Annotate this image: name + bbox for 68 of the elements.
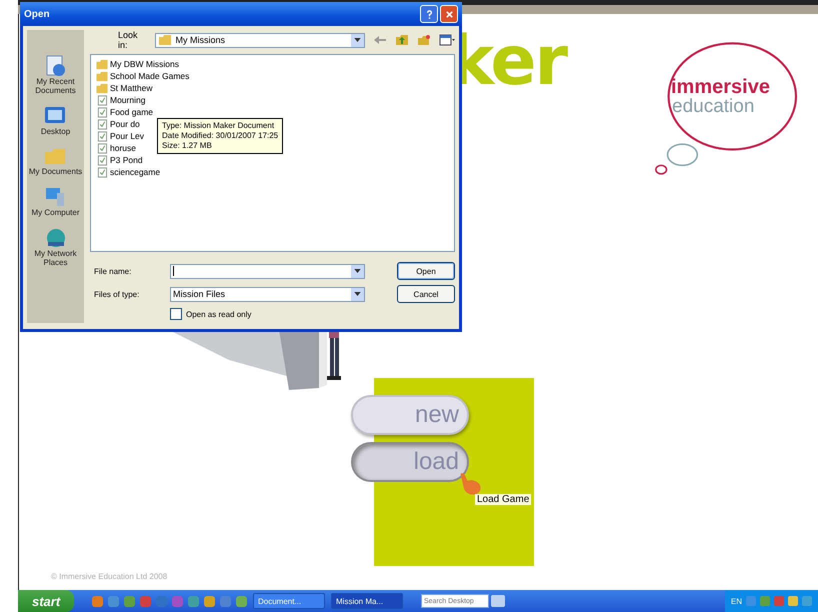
file-type-dropdown[interactable]: Mission Files <box>170 286 365 302</box>
file-item[interactable]: School Made Games <box>95 71 190 82</box>
quick-launch-icon[interactable] <box>220 596 231 606</box>
file-item[interactable]: Pour do <box>95 119 140 130</box>
file-item[interactable]: My DBW Missions <box>95 59 179 70</box>
document-icon <box>95 155 109 166</box>
help-icon <box>424 10 434 18</box>
place-item[interactable]: My Network Places <box>27 226 84 268</box>
folder-icon <box>158 34 172 46</box>
read-only-label: Open as read only <box>186 310 252 318</box>
copyright-text: © Immersive Education Ltd 2008 <box>51 572 168 581</box>
recent-icon <box>44 54 68 78</box>
taskbar-button[interactable]: Mission Ma... <box>331 593 403 609</box>
quick-launch-icon[interactable] <box>188 596 199 606</box>
quick-launch-icon[interactable] <box>156 596 167 606</box>
folder-icon <box>95 71 109 82</box>
file-item[interactable]: Food game <box>95 107 153 118</box>
folder-icon <box>95 83 109 94</box>
cancel-button[interactable]: Cancel <box>397 285 455 303</box>
file-name-field[interactable] <box>170 264 365 278</box>
quick-launch-icon[interactable] <box>108 596 119 606</box>
file-item[interactable]: horuse <box>95 143 136 154</box>
tooltip-line: Size: 1.27 MB <box>162 141 213 151</box>
look-in-dropdown[interactable]: My Missions <box>155 32 366 48</box>
start-button[interactable]: start <box>18 590 74 612</box>
brand-name: immersive <box>671 76 770 98</box>
file-item[interactable]: sciencegame <box>95 167 160 178</box>
quick-launch-icon[interactable] <box>236 596 247 606</box>
file-item[interactable]: Mourning <box>95 95 146 106</box>
document-icon <box>95 131 109 142</box>
place-item[interactable]: My Documents <box>28 144 82 178</box>
quick-launch-icon[interactable] <box>204 596 215 606</box>
search-button[interactable] <box>491 595 505 607</box>
read-only-checkbox[interactable] <box>170 308 182 320</box>
document-icon <box>95 119 109 130</box>
tooltip: Load Game <box>475 494 532 505</box>
place-item[interactable]: My Computer <box>31 185 80 218</box>
taskbar-button[interactable]: Document... <box>253 593 325 609</box>
file-type-label: Files of type: <box>93 290 140 298</box>
document-icon <box>95 95 109 106</box>
brand-tagline: education <box>672 96 754 118</box>
folder-up-icon[interactable] <box>395 34 410 46</box>
tooltip-line: Date Modified: 30/01/2007 17:25 <box>162 131 278 141</box>
quick-launch-icon[interactable] <box>124 596 135 606</box>
views-icon[interactable] <box>439 34 455 46</box>
document-icon <box>95 167 109 178</box>
file-item[interactable]: P3 Pond <box>95 155 143 166</box>
quick-launch-icon[interactable] <box>172 596 183 606</box>
file-name-label: File name: <box>93 266 132 276</box>
look-in-label: Look in: <box>118 30 139 50</box>
file-item[interactable]: St Matthew <box>95 83 153 94</box>
document-icon <box>95 107 109 118</box>
back-arrow-icon[interactable] <box>373 34 388 46</box>
quick-launch-icon[interactable] <box>140 596 151 606</box>
open-button[interactable]: Open <box>397 262 455 280</box>
dialog-title: Open <box>24 8 50 20</box>
tooltip-line: Type: Mission Maker Document <box>162 121 276 131</box>
place-item[interactable]: My Recent Documents <box>27 54 84 96</box>
folder-icon <box>95 59 109 70</box>
file-item[interactable]: Pour Lev <box>95 131 144 142</box>
close-button[interactable] <box>440 5 458 23</box>
close-icon <box>444 10 454 18</box>
quick-launch-icon[interactable] <box>92 596 103 606</box>
new-folder-icon[interactable] <box>417 34 431 46</box>
language-indicator[interactable]: EN <box>730 596 742 606</box>
place-item[interactable]: Desktop <box>40 104 70 136</box>
document-icon <box>95 143 109 154</box>
help-button[interactable] <box>420 5 438 23</box>
